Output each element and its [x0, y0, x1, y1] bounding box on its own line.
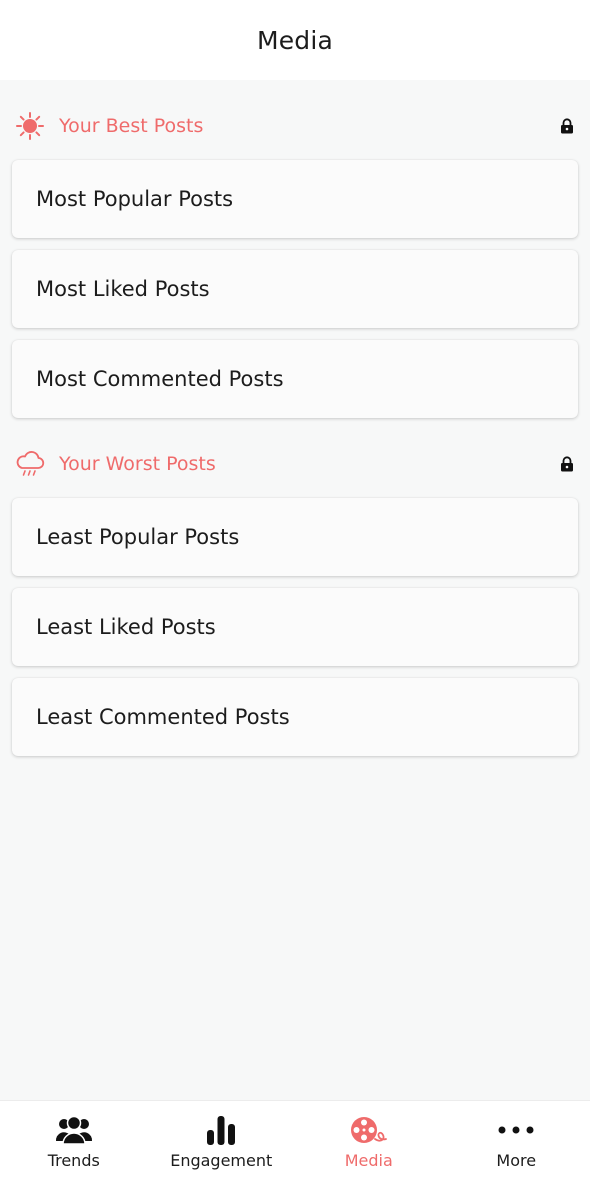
section-title: Your Best Posts: [59, 115, 204, 137]
tab-label: More: [496, 1151, 537, 1170]
list-item-least-popular-posts[interactable]: Least Popular Posts: [12, 498, 578, 576]
tab-trends[interactable]: Trends: [0, 1101, 148, 1180]
sun-icon: [14, 110, 46, 142]
tab-more[interactable]: More: [443, 1101, 590, 1180]
bottom-tab-bar: Trends Engagement Media More: [0, 1100, 590, 1180]
users-icon: [54, 1113, 94, 1147]
section-header-best-posts: Your Best Posts: [0, 106, 590, 146]
list-item-label: Least Commented Posts: [36, 705, 290, 729]
section-title: Your Worst Posts: [59, 453, 216, 475]
list-item-label: Most Liked Posts: [36, 277, 210, 301]
list-item-label: Most Popular Posts: [36, 187, 234, 211]
tab-label: Media: [344, 1151, 393, 1170]
top-bar: Media: [0, 0, 590, 80]
list-item-least-liked-posts[interactable]: Least Liked Posts: [12, 588, 578, 666]
list-item-most-popular-posts[interactable]: Most Popular Posts: [12, 160, 578, 238]
page-title: Media: [256, 25, 334, 55]
list-item-most-liked-posts[interactable]: Most Liked Posts: [12, 250, 578, 328]
lock-icon: [560, 118, 574, 134]
list-item-label: Most Commented Posts: [36, 367, 284, 391]
tab-media[interactable]: Media: [295, 1101, 443, 1180]
section-header-worst-posts: Your Worst Posts: [0, 444, 590, 484]
list-item-least-commented-posts[interactable]: Least Commented Posts: [12, 678, 578, 756]
lock-icon: [560, 456, 574, 472]
list-item-most-commented-posts[interactable]: Most Commented Posts: [12, 340, 578, 418]
film-reel-icon: [349, 1113, 389, 1147]
app-root: Media Your Best Posts Most Popular Posts…: [0, 0, 590, 1180]
tab-label: Engagement: [170, 1151, 273, 1170]
tab-engagement[interactable]: Engagement: [148, 1101, 296, 1180]
list-item-label: Least Popular Posts: [36, 525, 240, 549]
more-dots-icon: [496, 1113, 536, 1147]
list-item-label: Least Liked Posts: [36, 615, 216, 639]
bar-chart-icon: [201, 1113, 241, 1147]
rain-cloud-icon: [14, 448, 46, 480]
tab-label: Trends: [47, 1151, 100, 1170]
